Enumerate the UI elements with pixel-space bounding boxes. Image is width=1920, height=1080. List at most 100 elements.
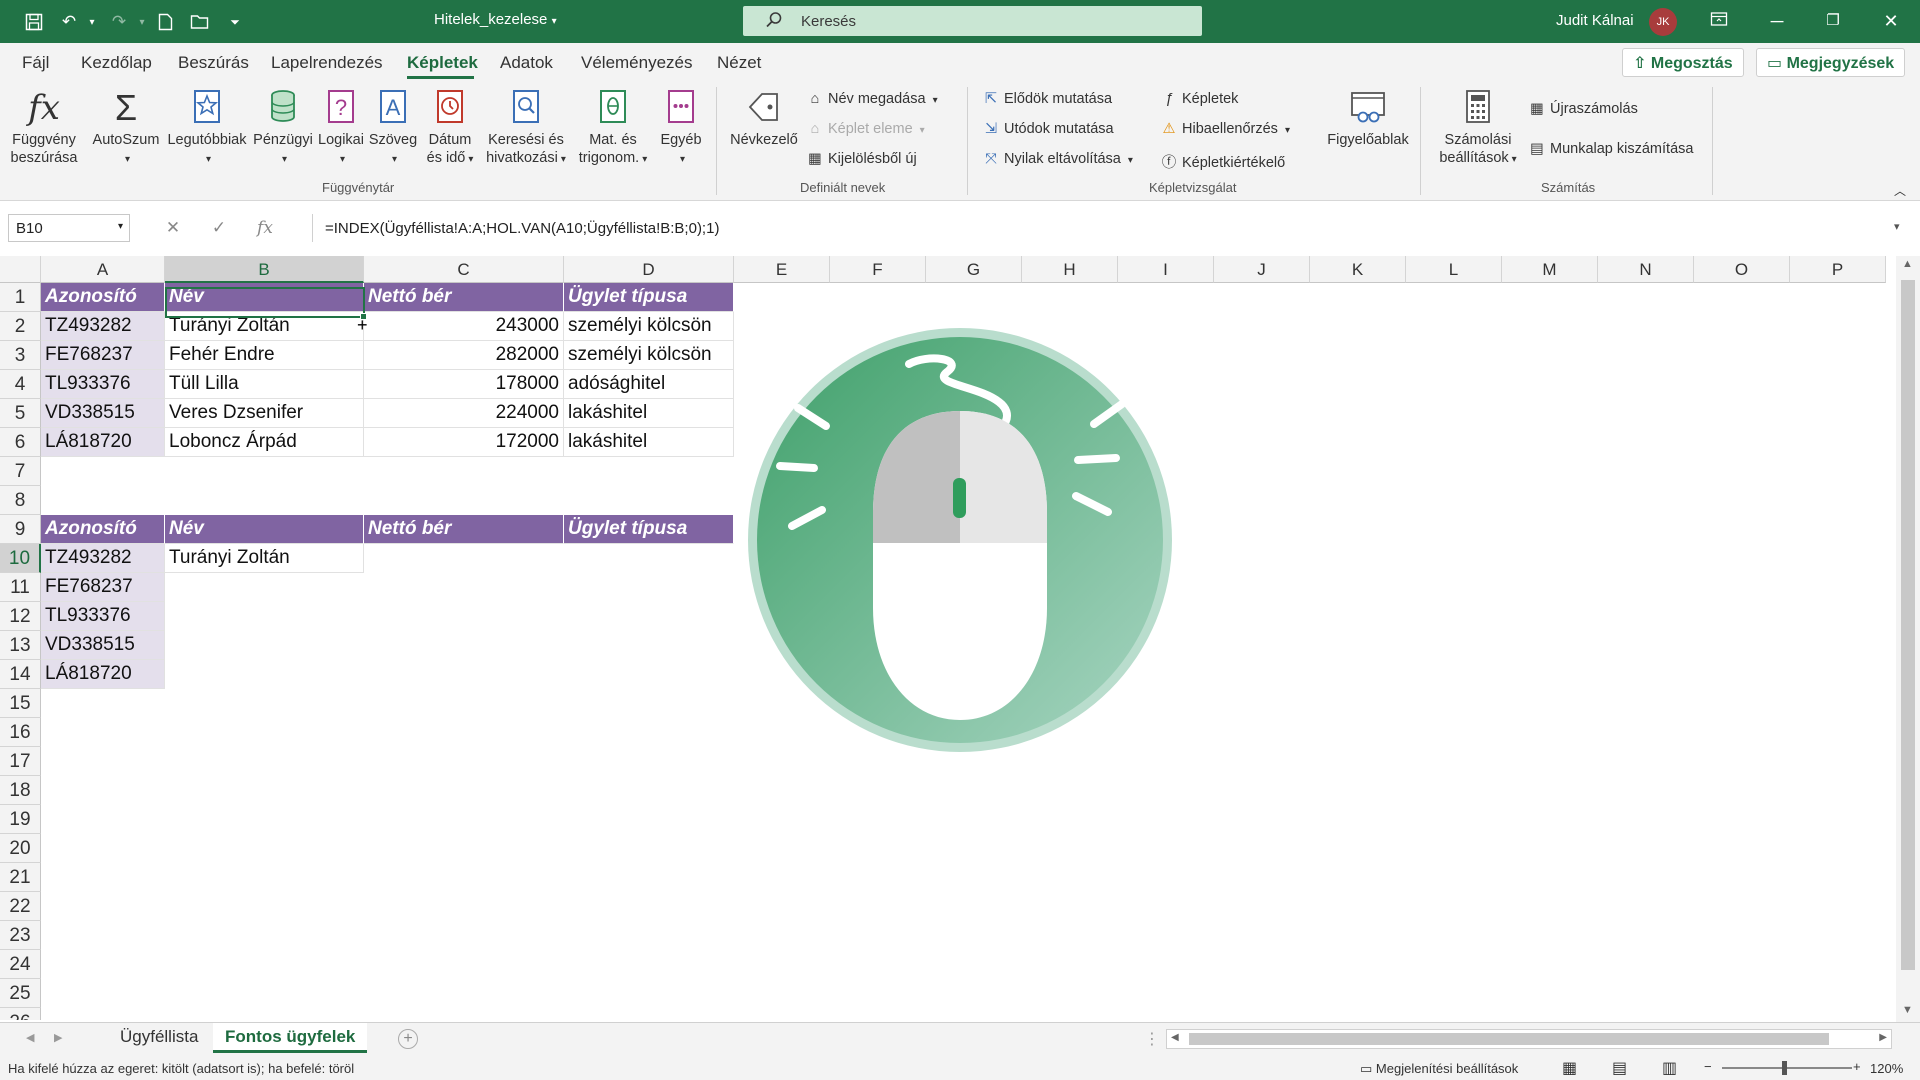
table2-name-cell-b10[interactable]: Turányi Zoltán	[165, 544, 364, 573]
table1-cell[interactable]: személyi kölcsön	[564, 341, 734, 370]
recently-used-button[interactable]: Legutóbbiak ▾	[163, 89, 251, 169]
table2-header-cell[interactable]: Név	[165, 515, 364, 544]
enter-check-icon[interactable]: ✓	[196, 218, 242, 238]
display-settings-button[interactable]: ▭ Megjelenítési beállítások	[1360, 1061, 1518, 1077]
table2-header-cell[interactable]: Azonosító	[41, 515, 165, 544]
column-header-b[interactable]: B	[165, 256, 364, 283]
calculate-now-button[interactable]: ▦ Újraszámolás	[1528, 101, 1638, 117]
new-file-icon[interactable]	[153, 10, 177, 34]
row-header-18[interactable]: 18	[0, 776, 41, 805]
create-from-selection-button[interactable]: ▦ Kijelölésből új	[806, 151, 917, 167]
tab-formulas[interactable]: Képletek	[407, 53, 478, 73]
autosum-button[interactable]: Σ AutoSzum ▾	[90, 89, 162, 169]
document-title[interactable]: Hitelek_kezelese ▾	[434, 11, 557, 28]
column-header-m[interactable]: M	[1502, 256, 1598, 283]
ribbon-display-options-icon[interactable]	[1704, 8, 1734, 34]
row-header-16[interactable]: 16	[0, 718, 41, 747]
table1-cell[interactable]: 282000	[364, 341, 564, 370]
tab-splitter-icon[interactable]: ⋮	[1144, 1029, 1160, 1049]
cancel-icon[interactable]: ✕	[150, 218, 196, 238]
table1-cell[interactable]: 178000	[364, 370, 564, 399]
row-header-7[interactable]: 7	[0, 457, 41, 486]
calculation-options-button[interactable]: Számolási beállítások ▾	[1428, 89, 1528, 169]
row-header-23[interactable]: 23	[0, 921, 41, 950]
undo-dropdown-icon[interactable]: ▾	[80, 10, 104, 34]
name-box[interactable]: B10 ▾	[8, 214, 130, 242]
column-header-c[interactable]: C	[364, 256, 564, 283]
text-button[interactable]: A Szöveg ▾	[366, 89, 420, 169]
row-header-21[interactable]: 21	[0, 863, 41, 892]
table2-id-cell[interactable]: TZ493282	[41, 544, 165, 573]
scroll-left-icon[interactable]: ◀	[1171, 1032, 1179, 1043]
insert-function-button[interactable]: fx Függvény beszúrása	[8, 89, 80, 167]
horizontal-scrollbar[interactable]: ◀ ▶	[1166, 1029, 1892, 1049]
column-header-j[interactable]: J	[1214, 256, 1310, 283]
table1-cell[interactable]: VD338515	[41, 399, 165, 428]
page-break-view-icon[interactable]: ▥	[1662, 1058, 1677, 1078]
table1-cell[interactable]: 224000	[364, 399, 564, 428]
horizontal-scroll-thumb[interactable]	[1189, 1033, 1829, 1045]
column-header-d[interactable]: D	[564, 256, 734, 283]
next-sheet-icon[interactable]: ▶	[54, 1031, 62, 1044]
save-icon[interactable]	[22, 10, 46, 34]
column-header-i[interactable]: I	[1118, 256, 1214, 283]
row-header-13[interactable]: 13	[0, 631, 41, 660]
row-header-11[interactable]: 11	[0, 573, 41, 602]
zoom-level[interactable]: 120%	[1870, 1061, 1903, 1076]
table1-header-cell[interactable]: Név	[165, 283, 364, 312]
row-header-8[interactable]: 8	[0, 486, 41, 515]
calculate-sheet-button[interactable]: ▤ Munkalap kiszámítása	[1528, 141, 1693, 157]
table1-header-cell[interactable]: Azonosító	[41, 283, 165, 312]
share-button[interactable]: ⇧ Megosztás	[1622, 48, 1744, 77]
minimize-icon[interactable]: ─	[1762, 8, 1792, 34]
add-sheet-icon[interactable]: +	[398, 1029, 418, 1049]
watch-window-button[interactable]: Figyelőablak	[1320, 89, 1416, 149]
row-header-26[interactable]: 26	[0, 1008, 41, 1020]
table1-cell[interactable]: lakáshitel	[564, 399, 734, 428]
sheet-tab-fontos-ugyfelek[interactable]: Fontos ügyfelek	[213, 1023, 368, 1053]
zoom-in-icon[interactable]: +	[1853, 1059, 1861, 1074]
column-header-l[interactable]: L	[1406, 256, 1502, 283]
row-header-5[interactable]: 5	[0, 399, 41, 428]
trace-precedents-button[interactable]: ⇱ Elődök mutatása	[982, 91, 1112, 107]
sheet-tab-ugyfellista[interactable]: Ügyféllista	[108, 1023, 210, 1053]
prev-sheet-icon[interactable]: ◀	[26, 1031, 34, 1044]
customize-toolbar-icon[interactable]: ⏷	[223, 10, 247, 34]
zoom-out-icon[interactable]: −	[1704, 1059, 1712, 1074]
table1-cell[interactable]: Fehér Endre	[165, 341, 364, 370]
date-time-button[interactable]: Dátum és idő ▾	[418, 89, 482, 169]
vertical-scrollbar[interactable]: ▲ ▼	[1896, 256, 1920, 1022]
table1-cell[interactable]: adósághitel	[564, 370, 734, 399]
row-header-4[interactable]: 4	[0, 370, 41, 399]
tab-view[interactable]: Nézet	[717, 53, 761, 73]
table2-header-cell[interactable]: Nettó bér	[364, 515, 564, 544]
row-header-15[interactable]: 15	[0, 689, 41, 718]
column-header-n[interactable]: N	[1598, 256, 1694, 283]
insert-function-icon[interactable]: fx	[242, 218, 288, 238]
scroll-up-icon[interactable]: ▲	[1902, 258, 1913, 270]
more-functions-button[interactable]: Egyéb ▾	[655, 89, 707, 169]
row-header-6[interactable]: 6	[0, 428, 41, 457]
column-header-g[interactable]: G	[926, 256, 1022, 283]
search-box[interactable]: Keresés	[743, 6, 1202, 36]
zoom-slider-thumb[interactable]	[1782, 1061, 1787, 1075]
column-header-h[interactable]: H	[1022, 256, 1118, 283]
table1-cell[interactable]: Turányi Zoltán	[165, 312, 364, 341]
table2-id-cell[interactable]: VD338515	[41, 631, 165, 660]
row-header-14[interactable]: 14	[0, 660, 41, 689]
restore-icon[interactable]: ❐	[1818, 8, 1848, 34]
name-manager-button[interactable]: Névkezelő	[724, 89, 804, 149]
table1-cell[interactable]: Loboncz Árpád	[165, 428, 364, 457]
evaluate-formula-button[interactable]: ⓕ Képletkiértékelő	[1160, 151, 1285, 172]
financial-button[interactable]: Pénzügyi ▾	[250, 89, 316, 169]
logical-button[interactable]: ? Logikai ▾	[314, 89, 368, 169]
scroll-down-icon[interactable]: ▼	[1902, 1004, 1913, 1016]
formula-input[interactable]: =INDEX(Ügyféllista!A:A;HOL.VAN(A10;Ügyfé…	[312, 214, 1880, 242]
error-checking-button[interactable]: ⚠ Hibaellenőrzés ▾	[1160, 121, 1290, 137]
table1-cell[interactable]: Veres Dzsenifer	[165, 399, 364, 428]
tab-review[interactable]: Véleményezés	[581, 53, 693, 73]
column-header-f[interactable]: F	[830, 256, 926, 283]
table1-cell[interactable]: TZ493282	[41, 312, 165, 341]
row-header-17[interactable]: 17	[0, 747, 41, 776]
table1-cell[interactable]: 172000	[364, 428, 564, 457]
